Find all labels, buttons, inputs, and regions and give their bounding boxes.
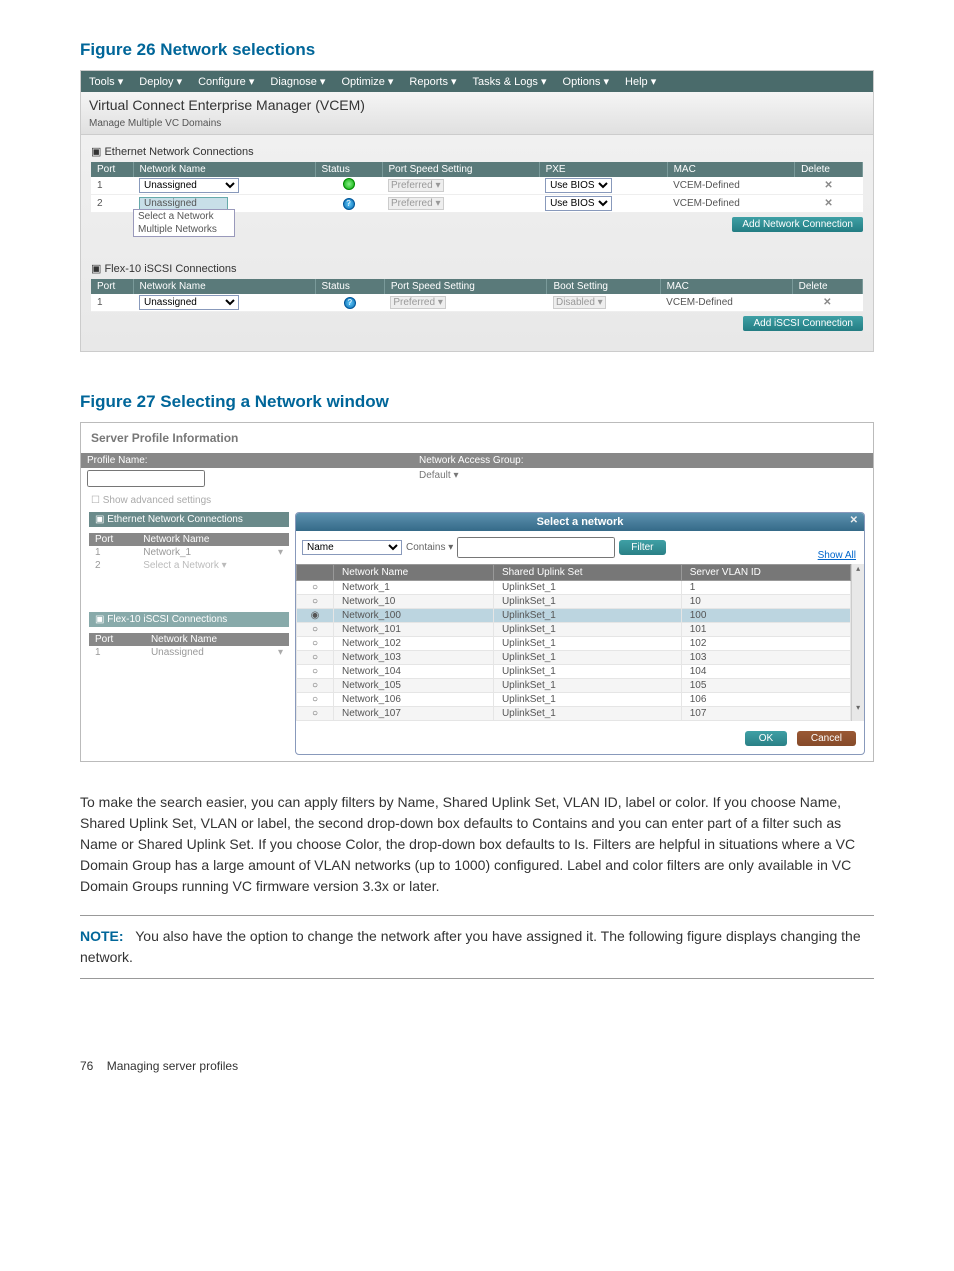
network-dropdown-menu[interactable]: Select a Network Multiple Networks: [133, 209, 235, 237]
dialog-title: Select a network ✕: [296, 513, 864, 531]
network-access-group-select[interactable]: Default ▾: [413, 468, 464, 489]
table-row[interactable]: ○Network_10UplinkSet_110: [297, 595, 851, 609]
table-row[interactable]: ○Network_107UplinkSet_1107: [297, 707, 851, 721]
menu-item[interactable]: Deploy ▾: [131, 73, 190, 90]
note-block: NOTE: You also have the option to change…: [80, 915, 874, 979]
add-iscsi-connection-button[interactable]: Add iSCSI Connection: [743, 316, 863, 331]
radio-icon[interactable]: ○: [297, 693, 334, 707]
radio-icon[interactable]: ○: [297, 665, 334, 679]
radio-icon[interactable]: ○: [297, 637, 334, 651]
filter-field-select[interactable]: Name: [302, 540, 402, 555]
iscsi-connections-table: PortNetwork NameStatusPort Speed Setting…: [91, 279, 863, 312]
iscsi-section-title: ▣ Flex-10 iSCSI Connections: [89, 612, 289, 627]
pxe-select[interactable]: Use BIOS: [545, 178, 612, 193]
network-name-select[interactable]: Unassigned: [139, 178, 239, 193]
menu-item[interactable]: Tools ▾: [81, 73, 131, 90]
delete-icon[interactable]: ✕: [824, 180, 832, 191]
menu-item[interactable]: Options ▾: [555, 73, 618, 90]
table-row: 1Network_1 ▾: [89, 546, 289, 559]
port-speed-select[interactable]: Preferred ▾: [388, 197, 444, 210]
table-row[interactable]: ○Network_104UplinkSet_1104: [297, 665, 851, 679]
iscsi-section-title: ▣ Flex-10 iSCSI Connections: [91, 262, 863, 275]
ethernet-section-title: ▣ Ethernet Network Connections: [91, 145, 863, 158]
status-info-icon: ?: [343, 198, 355, 210]
figure-27-screenshot: Server Profile Information Profile Name:…: [80, 422, 874, 762]
note-text: You also have the option to change the n…: [80, 928, 861, 965]
select-network-dialog: Select a network ✕ Name Contains ▾ Filte…: [295, 512, 865, 755]
menu-item[interactable]: Help ▾: [617, 73, 664, 90]
status-info-icon: ?: [344, 297, 356, 309]
table-row: 2 Unassigned Select a Network Multiple N…: [91, 195, 863, 213]
radio-icon[interactable]: ○: [297, 651, 334, 665]
radio-icon[interactable]: ○: [297, 581, 334, 595]
filter-value-input[interactable]: [457, 537, 615, 558]
menu-item[interactable]: Configure ▾: [190, 73, 262, 90]
server-profile-info-title: Server Profile Information: [81, 423, 873, 453]
app-subtitle: Manage Multiple VC Domains: [89, 118, 221, 129]
table-row[interactable]: ○Network_1UplinkSet_11: [297, 581, 851, 595]
ethernet-connections-table: PortNetwork NameStatusPort Speed Setting…: [91, 162, 863, 213]
table-row: 1 Unassigned ? Preferred ▾ Disabled ▾ VC…: [91, 294, 863, 312]
profile-name-input[interactable]: [87, 470, 205, 487]
profile-header-bar: Profile Name: Network Access Group:: [81, 453, 873, 468]
networks-table: Network NameShared Uplink SetServer VLAN…: [296, 564, 851, 721]
port-speed-select[interactable]: Preferred ▾: [388, 179, 444, 192]
menu-item[interactable]: Tasks & Logs ▾: [465, 73, 555, 90]
table-row[interactable]: ○Network_106UplinkSet_1106: [297, 693, 851, 707]
ethernet-ports-table: PortNetwork Name 1Network_1 ▾ 2Select a …: [89, 533, 289, 572]
radio-icon[interactable]: ○: [297, 595, 334, 609]
network-name-select[interactable]: Unassigned: [139, 295, 239, 310]
iscsi-ports-table: PortNetwork Name 1Unassigned ▾: [89, 633, 289, 659]
figure-27-title: Figure 27 Selecting a Network window: [80, 392, 874, 412]
table-row: 2Select a Network ▾: [89, 559, 289, 572]
ok-button[interactable]: OK: [745, 731, 787, 746]
scrollbar[interactable]: ▴ ▾: [851, 564, 864, 721]
cancel-button[interactable]: Cancel: [797, 731, 856, 746]
radio-icon[interactable]: ○: [297, 679, 334, 693]
show-advanced-settings-checkbox[interactable]: ☐ Show advanced settings: [81, 489, 873, 512]
table-row[interactable]: ◉Network_100UplinkSet_1100: [297, 609, 851, 623]
table-row[interactable]: ○Network_105UplinkSet_1105: [297, 679, 851, 693]
menu-bar: Tools ▾Deploy ▾Configure ▾Diagnose ▾Opti…: [81, 71, 873, 92]
note-label: NOTE:: [80, 928, 124, 944]
radio-icon[interactable]: ○: [297, 707, 334, 721]
delete-icon[interactable]: ✕: [824, 198, 832, 209]
filter-operator-select[interactable]: Contains ▾: [406, 542, 453, 553]
menu-item[interactable]: Reports ▾: [401, 73, 464, 90]
filter-button[interactable]: Filter: [619, 540, 665, 555]
body-paragraph: To make the search easier, you can apply…: [80, 792, 874, 897]
menu-item[interactable]: Optimize ▾: [333, 73, 401, 90]
port-speed-select[interactable]: Preferred ▾: [390, 296, 446, 309]
radio-icon[interactable]: ◉: [297, 609, 334, 623]
select-network-dropdown[interactable]: Select a Network ▾: [143, 560, 226, 571]
page-footer: 76 Managing server profiles: [80, 1059, 874, 1073]
close-icon[interactable]: ✕: [850, 515, 858, 526]
table-row[interactable]: ○Network_102UplinkSet_1102: [297, 637, 851, 651]
show-all-link[interactable]: Show All: [818, 550, 856, 561]
figure-26-title: Figure 26 Network selections: [80, 40, 874, 60]
radio-icon[interactable]: ○: [297, 623, 334, 637]
delete-icon[interactable]: ✕: [823, 297, 831, 308]
app-header: Virtual Connect Enterprise Manager (VCEM…: [81, 92, 873, 135]
app-title: Virtual Connect Enterprise Manager (VCEM…: [89, 97, 365, 113]
table-row[interactable]: ○Network_101UplinkSet_1101: [297, 623, 851, 637]
add-network-connection-button[interactable]: Add Network Connection: [732, 217, 863, 232]
table-row: 1 Unassigned Preferred ▾ Use BIOS VCEM-D…: [91, 177, 863, 195]
figure-26-screenshot: Tools ▾Deploy ▾Configure ▾Diagnose ▾Opti…: [80, 70, 874, 352]
pxe-select[interactable]: Use BIOS: [545, 196, 612, 211]
menu-item[interactable]: Diagnose ▾: [262, 73, 333, 90]
boot-setting-select[interactable]: Disabled ▾: [553, 296, 606, 309]
table-row: 1Unassigned ▾: [89, 646, 289, 659]
ethernet-section-title: ▣ Ethernet Network Connections: [89, 512, 289, 527]
status-ok-icon: [343, 178, 355, 190]
table-row[interactable]: ○Network_103UplinkSet_1103: [297, 651, 851, 665]
